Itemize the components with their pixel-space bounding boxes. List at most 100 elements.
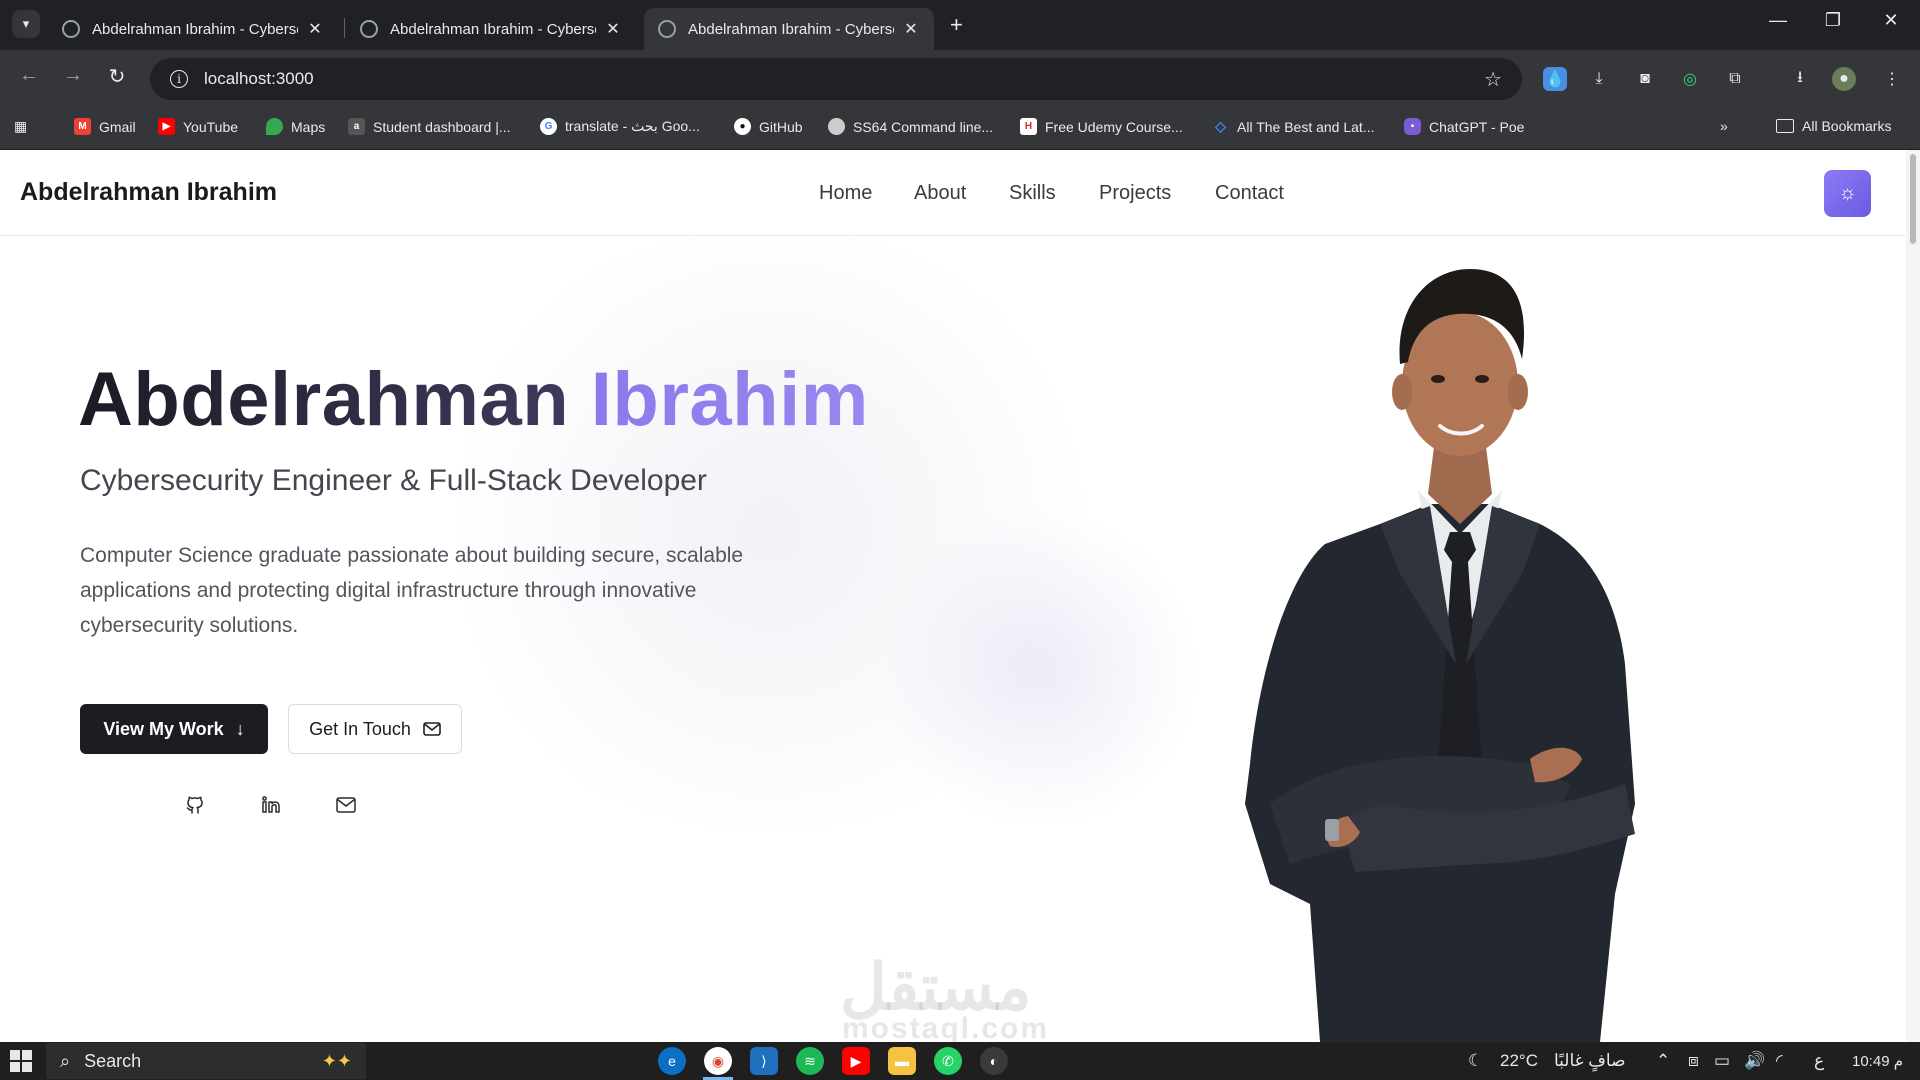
youtube-icon: ▶ — [158, 118, 175, 135]
github-icon[interactable] — [182, 792, 208, 818]
site-info-icon[interactable]: i — [170, 70, 188, 88]
browser-toolbar: ← → ↻ i localhost:3000 ☆ 💧 ⤓ ◙ ◎ ⧉ ⭳ ● ⋮ — [0, 50, 1920, 108]
get-in-touch-button[interactable]: Get In Touch — [288, 704, 462, 754]
wifi-icon[interactable]: ◜ — [1776, 1051, 1783, 1071]
close-icon[interactable]: ✕ — [306, 19, 324, 39]
all-bookmarks-folder[interactable]: All Bookmarks — [1776, 118, 1891, 134]
tray-app-icon[interactable]: ⧈ — [1688, 1051, 1699, 1071]
windows-start-icon[interactable] — [10, 1050, 32, 1072]
button-label: Get In Touch — [309, 718, 411, 739]
google-icon: G — [540, 118, 557, 135]
minimize-icon[interactable]: — — [1758, 10, 1798, 31]
bookmark-label: Gmail — [99, 118, 136, 135]
close-icon[interactable]: ✕ — [604, 19, 622, 39]
bookmark-maps[interactable]: Maps — [266, 118, 325, 135]
more-bookmarks-icon[interactable]: » — [1720, 118, 1728, 134]
weather-moon-icon[interactable]: ☾ — [1468, 1051, 1483, 1071]
address-bar[interactable]: i localhost:3000 ☆ — [150, 58, 1522, 100]
bookmark-gmail[interactable]: M Gmail — [74, 118, 136, 135]
extensions-puzzle-icon[interactable]: ⧉ — [1723, 67, 1747, 91]
tab-divider — [344, 18, 345, 38]
extension-target-icon[interactable]: ◎ — [1678, 67, 1702, 91]
vscode-icon[interactable]: ⟩ — [750, 1047, 778, 1075]
bookmark-translate[interactable]: G translate - بحث Goo... — [540, 118, 700, 135]
bookmark-label: Student dashboard |... — [373, 118, 511, 135]
bookmarks-bar: ▦ M Gmail ▶ YouTube Maps a Student dashb… — [0, 108, 1920, 150]
nav-link-projects[interactable]: Projects — [1099, 182, 1171, 205]
bookmark-all-the-best[interactable]: ◇ All The Best and Lat... — [1212, 118, 1375, 135]
browser-tab[interactable]: Abdelrahman Ibrahim - Cybersecurity Engi… — [48, 8, 338, 50]
reload-icon[interactable]: ↻ — [102, 64, 132, 89]
window-close-icon[interactable]: ✕ — [1871, 10, 1911, 31]
background-glow — [880, 510, 1200, 830]
taskbar-search-box[interactable]: ⌕ Search ✦✦ — [46, 1043, 366, 1079]
bookmark-label: ChatGPT - Poe — [1429, 118, 1525, 135]
edge-icon[interactable]: e — [658, 1047, 686, 1075]
ss64-icon — [828, 118, 845, 135]
theme-toggle-button[interactable]: ☼ — [1824, 170, 1871, 217]
bookmark-ss64[interactable]: SS64 Command line... — [828, 118, 993, 135]
bookmark-youtube[interactable]: ▶ YouTube — [158, 118, 238, 135]
linkedin-icon[interactable] — [258, 792, 284, 818]
chevron-up-icon[interactable]: ⌃ — [1656, 1051, 1670, 1071]
nav-link-contact[interactable]: Contact — [1215, 182, 1284, 205]
volume-icon[interactable]: 🔊 — [1744, 1051, 1765, 1071]
obs-icon[interactable]: ◐ — [980, 1047, 1008, 1075]
tab-search-button[interactable]: ▾ — [12, 10, 40, 38]
bookmark-label: translate - بحث Goo... — [565, 118, 700, 134]
forward-icon[interactable]: → — [58, 64, 88, 87]
nav-link-about[interactable]: About — [914, 182, 966, 205]
camera-icon[interactable]: ◙ — [1633, 67, 1657, 91]
hero-description: Computer Science graduate passionate abo… — [80, 544, 744, 637]
view-my-work-button[interactable]: View My Work ↓ — [80, 704, 268, 754]
bookmark-github[interactable]: ● GitHub — [734, 118, 803, 135]
hero-last-name: Ibrahim — [590, 357, 869, 442]
site-brand[interactable]: Abdelrahman Ibrahim — [20, 178, 277, 207]
extension-drop-icon[interactable]: 💧 — [1543, 67, 1567, 91]
mail-icon[interactable] — [333, 792, 359, 818]
file-explorer-icon[interactable]: ▬ — [888, 1047, 916, 1075]
restore-icon[interactable]: ❐ — [1813, 10, 1853, 31]
poe-icon: ▪ — [1404, 118, 1421, 135]
browser-tab[interactable]: Abdelrahman Ibrahim - Cybersecurity Engi… — [346, 8, 636, 50]
apps-grid-icon[interactable]: ▦ — [14, 118, 27, 135]
bookmark-poe[interactable]: ▪ ChatGPT - Poe — [1404, 118, 1524, 135]
tab-title: Abdelrahman Ibrahim - Cybersecurity Engi… — [390, 20, 596, 38]
globe-icon — [360, 20, 378, 38]
spotify-icon[interactable]: ≋ — [796, 1047, 824, 1075]
bookmark-label: Maps — [291, 118, 326, 135]
weather-temperature[interactable]: 22°C — [1500, 1051, 1538, 1071]
input-language[interactable]: ع — [1814, 1051, 1824, 1071]
page-scrollbar[interactable] — [1906, 150, 1920, 1042]
bookmark-student-dashboard[interactable]: a Student dashboard |... — [348, 118, 511, 135]
whatsapp-icon[interactable]: ✆ — [934, 1047, 962, 1075]
diamond-icon: ◇ — [1215, 118, 1226, 134]
weather-condition[interactable]: صافٍ غالبًا — [1554, 1051, 1626, 1071]
new-tab-button[interactable]: + — [950, 12, 963, 38]
scrollbar-thumb[interactable] — [1910, 154, 1916, 244]
bookmark-udemy[interactable]: H Free Udemy Course... — [1020, 118, 1183, 135]
bookmark-label: SS64 Command line... — [853, 118, 994, 135]
menu-dots-icon[interactable]: ⋮ — [1880, 67, 1904, 91]
back-icon[interactable]: ← — [14, 64, 44, 87]
folder-icon — [1776, 119, 1794, 133]
close-icon[interactable]: ✕ — [902, 19, 920, 39]
bookmark-star-icon[interactable]: ☆ — [1484, 67, 1502, 92]
bookmark-label: All The Best and Lat... — [1237, 118, 1375, 135]
clock[interactable]: 10:49 م — [1852, 1052, 1903, 1070]
chrome-icon[interactable]: ◉ — [704, 1047, 732, 1075]
nav-link-home[interactable]: Home — [819, 182, 872, 205]
browser-tab-active[interactable]: Abdelrahman Ibrahim - Cybersecurity Engi… — [644, 8, 934, 50]
browser-tab-bar: ▾ Abdelrahman Ibrahim - Cybersecurity En… — [0, 0, 1920, 50]
github-icon: ● — [734, 118, 751, 135]
downloads-icon[interactable]: ⭳ — [1788, 67, 1812, 91]
nav-link-skills[interactable]: Skills — [1009, 182, 1056, 205]
watermark-url: mostaql.com — [842, 1012, 1050, 1042]
youtube-app-icon[interactable]: ▶ — [842, 1047, 870, 1075]
battery-icon[interactable]: ▭ — [1714, 1051, 1730, 1071]
profile-avatar[interactable]: ● — [1832, 67, 1856, 91]
hero-subtitle: Cybersecurity Engineer & Full-Stack Deve… — [80, 464, 707, 497]
sun-icon: ☼ — [1838, 182, 1857, 204]
page-viewport: Abdelrahman Ibrahim Home About Skills Pr… — [0, 150, 1920, 1042]
extension-download-icon[interactable]: ⤓ — [1587, 67, 1611, 91]
